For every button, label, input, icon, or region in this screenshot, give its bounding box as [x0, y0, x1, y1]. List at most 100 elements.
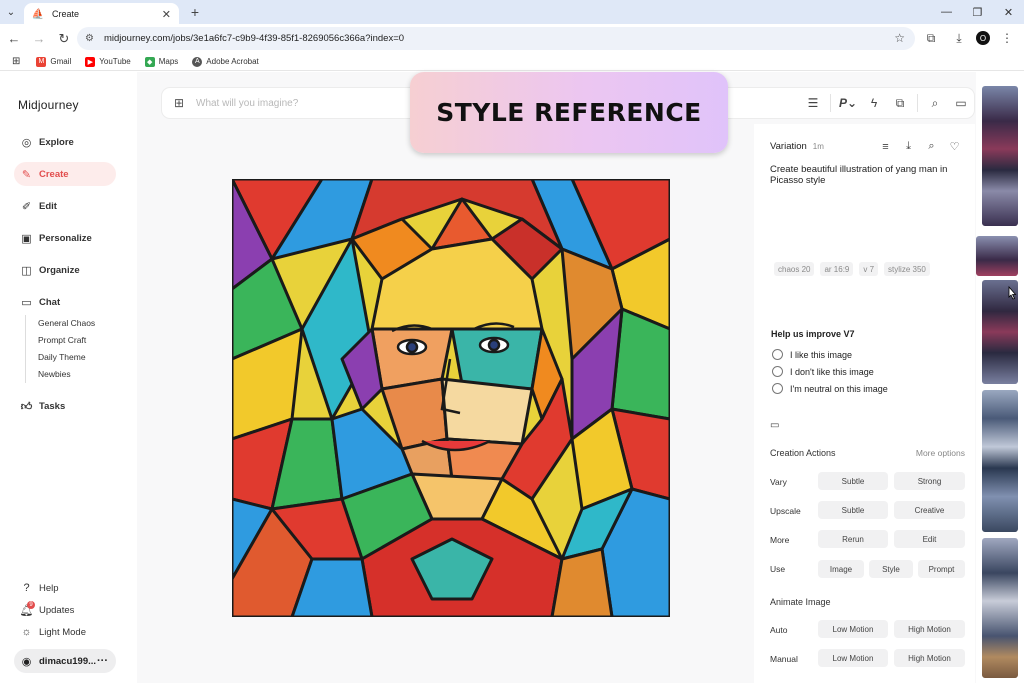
tab-close-icon[interactable]: ✕: [162, 8, 171, 21]
gallery-icon: ◫: [21, 264, 32, 277]
vary-subtle-button[interactable]: Subtle: [818, 472, 888, 490]
param-chip[interactable]: v 7: [859, 262, 879, 276]
heart-icon[interactable]: ♡: [946, 138, 963, 155]
brand-logo[interactable]: Midjourney: [18, 98, 79, 112]
browser-tab[interactable]: ⛵ Create ✕: [24, 3, 179, 25]
sidebar-item-organize[interactable]: ◫ Organize: [14, 258, 116, 282]
more-dots-icon[interactable]: ···: [97, 655, 108, 667]
use-image-button[interactable]: Image: [818, 560, 864, 578]
thumbnail-group[interactable]: [982, 538, 1018, 678]
download-icon[interactable]: ⤓: [948, 27, 970, 49]
add-image-icon[interactable]: ⊞: [172, 96, 186, 110]
extensions-puzzle-icon[interactable]: ⧉: [920, 27, 942, 49]
rerun-button[interactable]: Rerun: [818, 530, 888, 548]
bookmark-label: Adobe Acrobat: [206, 57, 259, 66]
thumbnail-group[interactable]: [982, 86, 1018, 226]
edit-button[interactable]: Edit: [894, 530, 965, 548]
new-tab-plus-icon[interactable]: +: [187, 4, 203, 20]
vary-strong-button[interactable]: Strong: [894, 472, 965, 490]
sidebar-item-label: Organize: [39, 264, 80, 276]
settings-sliders-icon[interactable]: ☰: [800, 96, 826, 110]
thumbnail-group[interactable]: [982, 390, 1018, 532]
bookmark-label: Gmail: [50, 57, 72, 66]
chat-bubbles-icon[interactable]: ⧉: [887, 96, 913, 111]
profile-avatar[interactable]: O: [976, 31, 990, 45]
tab-strip: ⌄ ⛵ Create ✕ + — ❐ ✕: [0, 0, 1024, 25]
list-icon[interactable]: ≡: [877, 138, 894, 155]
prompt-input[interactable]: What will you imagine?: [196, 98, 298, 109]
chat-room-prompt-craft[interactable]: Prompt Craft: [38, 332, 95, 349]
chat-room-newbies[interactable]: Newbies: [38, 366, 95, 383]
chat-room-daily-theme[interactable]: Daily Theme: [38, 349, 95, 366]
sidebar-item-tasks[interactable]: 👍︎ Tasks: [14, 394, 116, 418]
browser-menu-icon[interactable]: ⋮: [996, 27, 1018, 49]
sidebar-item-label: Personalize: [39, 232, 92, 244]
image-icon: ▣: [21, 232, 32, 245]
search-icon[interactable]: ⌕: [922, 96, 948, 111]
sidebar-item-label: Help: [39, 582, 59, 594]
reload-icon[interactable]: ↻: [53, 28, 75, 50]
bookmark-acrobat[interactable]: A Adobe Acrobat: [192, 56, 259, 67]
bookmark-maps[interactable]: ◆ Maps: [144, 56, 178, 67]
bookmark-gmail[interactable]: M Gmail: [36, 56, 72, 67]
folder-icon[interactable]: ▭: [770, 420, 779, 431]
user-avatar-icon: ◉: [21, 655, 32, 668]
bookmark-youtube[interactable]: ▶ YouTube: [85, 56, 131, 67]
midjourney-favicon-icon: ⛵: [31, 8, 45, 20]
window-close-icon[interactable]: ✕: [993, 0, 1024, 24]
help-icon: ?: [23, 582, 30, 594]
address-bar[interactable]: ⚙ midjourney.com/jobs/3e1a6fc7-c9b9-4f39…: [77, 27, 915, 50]
download-icon[interactable]: ⤓: [900, 138, 917, 155]
tab-search-chevron-icon[interactable]: ⌄: [0, 0, 22, 24]
radio-circle[interactable]: [772, 366, 783, 377]
radio-circle[interactable]: [772, 349, 783, 360]
feedback-neutral[interactable]: I'm neutral on this image: [772, 383, 888, 394]
param-chip[interactable]: stylize 350: [884, 262, 930, 276]
gmail-icon: M: [36, 56, 47, 67]
use-prompt-button[interactable]: Prompt: [918, 560, 965, 578]
generated-image[interactable]: [230, 177, 672, 619]
sidebar-item-chat[interactable]: ▭ Chat: [14, 290, 116, 314]
site-settings-icon[interactable]: ⚙: [85, 33, 94, 44]
sidebar-item-create[interactable]: ✎ Create: [14, 162, 116, 186]
style-reference-banner: STYLE REFERENCE: [410, 72, 728, 153]
sidebar-item-edit[interactable]: ✐ Edit: [14, 194, 116, 218]
manual-low-motion-button[interactable]: Low Motion: [818, 649, 888, 667]
restore-icon[interactable]: ❐: [962, 0, 993, 24]
compass-icon: ◎: [21, 136, 32, 149]
sidebar-item-light-mode[interactable]: ☼ Light Mode: [14, 620, 116, 644]
forward-arrow-icon[interactable]: →: [28, 28, 50, 50]
minimize-icon[interactable]: —: [931, 0, 962, 24]
feedback-dislike[interactable]: I don't like this image: [772, 366, 874, 377]
use-style-button[interactable]: Style: [869, 560, 913, 578]
param-chip[interactable]: chaos 20: [774, 262, 815, 276]
sidebar-item-help[interactable]: ? Help: [14, 576, 116, 600]
lightning-icon[interactable]: ϟ: [861, 96, 887, 110]
sidebar-item-personalize[interactable]: ▣ Personalize: [14, 226, 116, 250]
folder-icon[interactable]: ▭: [948, 96, 974, 110]
apps-grid-icon[interactable]: ⊞: [12, 56, 20, 67]
thumbnail-selected[interactable]: [976, 236, 1018, 276]
more-options-link[interactable]: More options: [916, 448, 965, 458]
sidebar-item-explore[interactable]: ◎ Explore: [14, 130, 116, 154]
param-chip[interactable]: ar 16:9: [820, 262, 854, 276]
chat-room-general-chaos[interactable]: General Chaos: [38, 315, 95, 332]
midjourney-page: Midjourney ◎ Explore ✎ Create ✐ Edit ▣ Perso…: [0, 72, 1024, 683]
sidebar-item-updates[interactable]: 🔔︎ 9 Updates: [14, 598, 116, 622]
auto-low-motion-button[interactable]: Low Motion: [818, 620, 888, 638]
search-icon[interactable]: ⌕: [923, 138, 940, 155]
manual-high-motion-button[interactable]: High Motion: [894, 649, 965, 667]
bookmark-star-icon[interactable]: ☆: [894, 31, 905, 45]
thumbs-up-icon: 👍︎: [20, 400, 33, 413]
feedback-like[interactable]: I like this image: [772, 349, 852, 360]
parameter-p-icon[interactable]: P⌄: [835, 96, 861, 110]
prompt-text[interactable]: Create beautiful illustration of yang ma…: [770, 164, 960, 186]
auto-high-motion-button[interactable]: High Motion: [894, 620, 965, 638]
radio-circle[interactable]: [772, 383, 783, 394]
upscale-subtle-button[interactable]: Subtle: [818, 501, 888, 519]
detail-type: Variation: [770, 141, 807, 152]
upscale-creative-button[interactable]: Creative: [894, 501, 965, 519]
user-account[interactable]: ◉ dimacu199... ···: [14, 649, 116, 673]
back-arrow-icon[interactable]: ←: [3, 28, 25, 50]
sidebar-item-label: Light Mode: [39, 626, 87, 638]
